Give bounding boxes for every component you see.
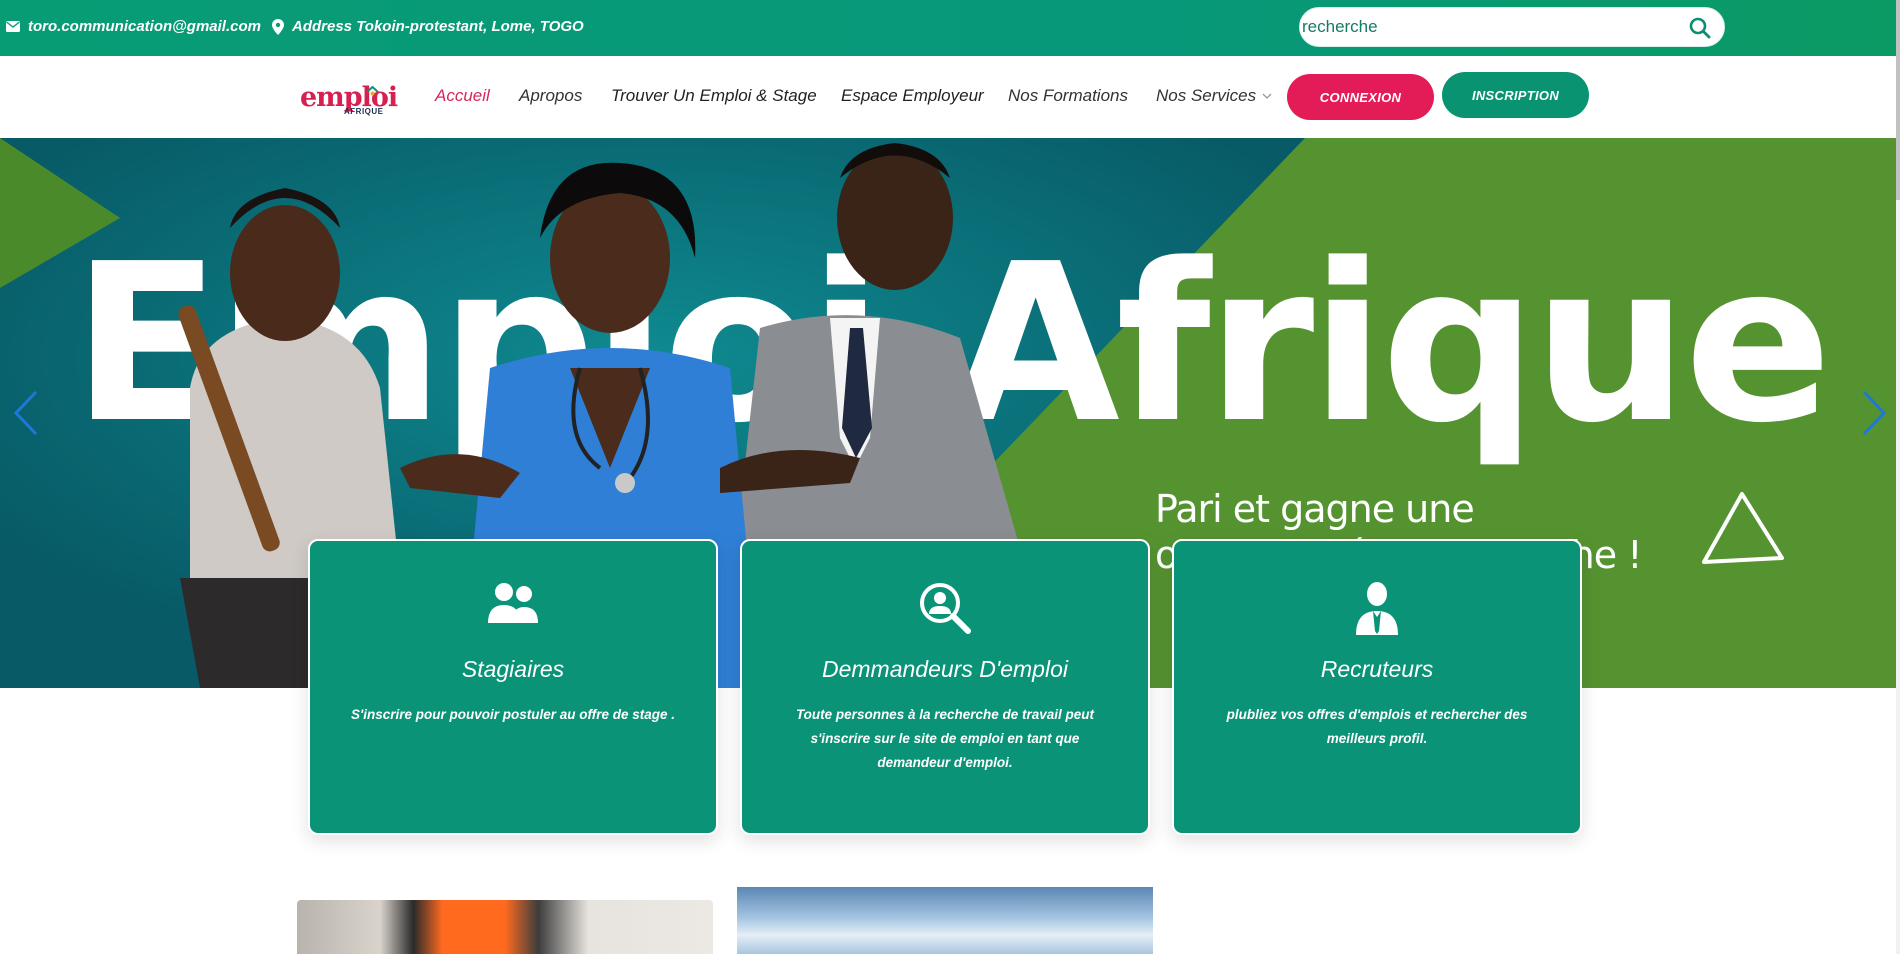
nav-apropos[interactable]: Apropos: [519, 86, 582, 106]
card-recruteurs[interactable]: Recruteurs plubliez vos offres d'emplois…: [1172, 539, 1582, 835]
nav-accueil[interactable]: Accueil: [435, 86, 490, 106]
connexion-button[interactable]: CONNEXION: [1287, 74, 1434, 120]
card-description: Toute personnes à la recherche de travai…: [795, 707, 1095, 770]
card-title: Recruteurs: [1320, 656, 1434, 682]
top-bar: toro.communication@gmail.com Address Tok…: [0, 0, 1896, 56]
scrollbar-thumb[interactable]: [1896, 0, 1900, 200]
card-title: Demmandeurs D'emploi: [822, 656, 1068, 682]
main-navbar: emploi AFRIQUE Accueil Apropos Trouver U…: [0, 56, 1896, 138]
businessman-icon: [1356, 582, 1398, 635]
card-demandeurs[interactable]: Demmandeurs D'emploi Toute personnes à l…: [740, 539, 1150, 835]
slider-next-arrow-icon[interactable]: [1858, 388, 1892, 438]
card-description: plubliez vos offres d'emplois et recherc…: [1226, 707, 1528, 746]
search-icon[interactable]: [1688, 16, 1712, 40]
search-user-icon: [920, 583, 971, 634]
inscription-button[interactable]: INSCRIPTION: [1442, 72, 1589, 118]
search-box: recherche: [1299, 7, 1725, 47]
nav-services-label: Nos Services: [1156, 86, 1257, 105]
map-pin-icon: [272, 18, 284, 35]
slider-prev-arrow-icon[interactable]: [8, 388, 42, 438]
envelope-icon: [6, 21, 20, 32]
contact-email[interactable]: toro.communication@gmail.com: [6, 18, 261, 35]
chevron-down-icon: [1262, 93, 1272, 99]
card-stagiaires[interactable]: Stagiaires S'inscrire pour pouvoir postu…: [308, 539, 718, 835]
email-text: toro.communication@gmail.com: [28, 18, 261, 35]
article-image-sky[interactable]: [737, 887, 1153, 954]
nav-services[interactable]: Nos Services: [1156, 86, 1272, 106]
nav-trouver-emploi[interactable]: Trouver Un Emploi & Stage: [611, 86, 817, 106]
contact-address: Address Tokoin-protestant, Lome, TOGO: [272, 18, 584, 35]
users-icon: [488, 583, 538, 623]
search-input[interactable]: recherche: [1302, 17, 1378, 37]
nav-formations[interactable]: Nos Formations: [1008, 86, 1128, 106]
address-text: Address Tokoin-protestant, Lome, TOGO: [292, 18, 584, 35]
triangle-icon: [1702, 492, 1784, 564]
nav-espace-employeur[interactable]: Espace Employeur: [841, 86, 984, 106]
page-scrollbar[interactable]: [1896, 0, 1900, 954]
site-logo[interactable]: emploi AFRIQUE: [300, 84, 398, 118]
logo-house-icon: [366, 86, 379, 96]
logo-sub-text: AFRIQUE: [344, 107, 384, 116]
article-image-worker[interactable]: [297, 900, 713, 954]
card-description: S'inscrire pour pouvoir postuler au offr…: [350, 707, 676, 722]
card-title: Stagiaires: [461, 656, 565, 682]
